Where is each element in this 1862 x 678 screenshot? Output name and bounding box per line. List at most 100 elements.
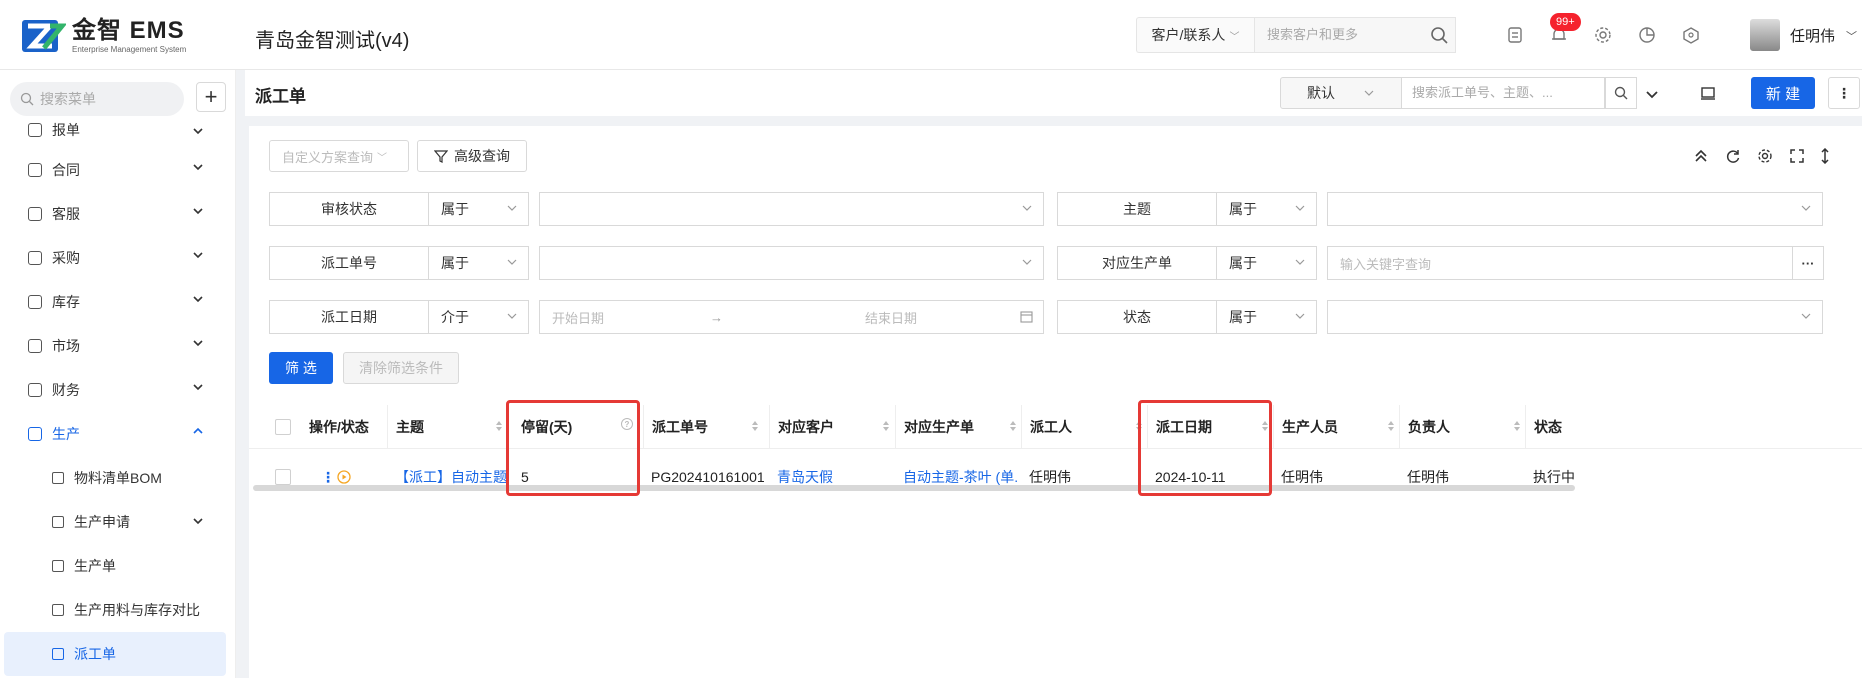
gear-icon[interactable] (1592, 24, 1614, 46)
filter-op-status[interactable]: 属于 (1217, 300, 1317, 334)
filter-op-dispatch-date[interactable]: 介于 (429, 300, 529, 334)
sidebar-subitem-production-order[interactable]: 生产单 (0, 544, 235, 588)
sidebar-item-report[interactable]: 报单 (0, 112, 235, 148)
row-menu-icon[interactable]: ⋮ (321, 453, 335, 501)
search-icon[interactable] (1422, 17, 1456, 53)
chevron-down-icon (192, 205, 204, 217)
add-menu-button[interactable]: + (196, 82, 226, 112)
sort-icon[interactable] (1009, 420, 1017, 432)
sidebar-item-service[interactable]: 客服 (0, 192, 235, 236)
filter-value-dispatch-number[interactable] (539, 246, 1044, 280)
contract-icon (28, 163, 42, 177)
chevron-down-icon[interactable] (1645, 88, 1659, 102)
custom-query-label: 自定义方案查询 (282, 149, 374, 165)
approval-icon[interactable] (1504, 24, 1526, 46)
filter-label-audit-status: 审核状态 (269, 192, 429, 226)
filter-value-subject[interactable] (1327, 192, 1823, 226)
advanced-query-button[interactable]: 高级查询 (417, 140, 527, 172)
column-header-subject[interactable]: 主题 (387, 405, 507, 449)
row-checkbox[interactable] (275, 469, 291, 485)
sidebar-subitem-bom[interactable]: 物料清单BOM (0, 456, 235, 500)
filter-op-audit-status[interactable]: 属于 (429, 192, 529, 226)
chevron-down-icon[interactable]: ﹀ (1846, 28, 1857, 44)
sort-icon[interactable] (1387, 420, 1395, 432)
horizontal-scrollbar[interactable] (253, 485, 1575, 491)
sidebar-item-finance[interactable]: 财务 (0, 368, 235, 412)
sort-icon[interactable] (495, 420, 503, 432)
column-header-customer[interactable]: 对应客户 (769, 405, 894, 449)
cube-icon[interactable] (1680, 24, 1702, 46)
sidebar-item-inventory[interactable]: 库存 (0, 280, 235, 324)
chevron-down-icon: ﹀ (1229, 31, 1240, 43)
filter-label-dispatch-date: 派工日期 (269, 300, 429, 334)
sort-icon[interactable] (1513, 420, 1521, 432)
sidebar-item-production[interactable]: 生产 (0, 412, 235, 456)
filter-op-production-order[interactable]: 属于 (1217, 246, 1317, 280)
cell-status: 执行中 (1533, 469, 1575, 485)
clear-filter-button[interactable]: 清除筛选条件 (343, 352, 459, 384)
column-header-label: 状态 (1534, 419, 1562, 435)
sidebar-subitem-compare[interactable]: 生产用料与库存对比 (0, 588, 235, 632)
column-header-status[interactable]: 状态 (1525, 405, 1651, 449)
sidebar-subitem-apply[interactable]: 生产申请 (0, 500, 235, 544)
column-header-production-order[interactable]: 对应生产单 (895, 405, 1021, 449)
sort-icon[interactable] (882, 420, 890, 432)
search-scope-select[interactable]: 客户/联系人 ﹀ (1136, 17, 1254, 53)
play-status-icon[interactable] (337, 453, 351, 501)
sidebar-subitem-dispatch[interactable]: 派工单 (4, 632, 226, 676)
filter-button[interactable]: 筛 选 (269, 352, 333, 384)
date-range-picker[interactable]: 开始日期 → 结束日期 (539, 300, 1044, 334)
cell-subject[interactable]: 【派工】自动主题-... (395, 453, 507, 501)
start-date-input[interactable]: 开始日期 (552, 308, 604, 327)
column-header-dispatch-number[interactable]: 派工单号 (643, 405, 763, 449)
cart-icon (28, 251, 42, 265)
cell-production-order[interactable]: 自动主题-茶叶 (单... (903, 453, 1017, 501)
more-options-icon[interactable]: ··· (1792, 246, 1824, 280)
sort-icon[interactable] (751, 420, 759, 432)
filter-op-dispatch-number[interactable]: 属于 (429, 246, 529, 280)
filter-value-production-order[interactable]: 输入关键字查询 (1327, 246, 1793, 280)
select-all-checkbox[interactable] (275, 419, 291, 435)
chevron-down-icon (1294, 202, 1306, 214)
monitor-icon[interactable] (1700, 85, 1716, 101)
column-height-icon[interactable] (1819, 148, 1831, 164)
sidebar-item-contract[interactable]: 合同 (0, 148, 235, 192)
calendar-icon (1020, 310, 1033, 323)
sidebar-item-market[interactable]: 市场 (0, 324, 235, 368)
page-title: 派工单 (255, 87, 306, 106)
apply-icon (52, 516, 64, 528)
filter-value-audit-status[interactable] (539, 192, 1044, 226)
sidebar-item-purchase[interactable]: 采购 (0, 236, 235, 280)
refresh-icon[interactable] (1725, 148, 1741, 164)
fullscreen-icon[interactable] (1789, 148, 1805, 164)
sidebar-subitem-label: 生产用料与库存对比 (74, 602, 200, 618)
chevron-down-icon (506, 256, 518, 268)
more-options-icon[interactable]: ⋮ (1828, 77, 1860, 109)
pie-chart-icon[interactable] (1636, 24, 1658, 46)
collapse-up-icon[interactable] (1693, 148, 1709, 164)
chevron-down-icon (1800, 310, 1812, 322)
end-date-input[interactable]: 结束日期 (865, 308, 917, 327)
search-icon[interactable] (1605, 77, 1637, 109)
chevron-down-icon (192, 381, 204, 393)
new-button[interactable]: 新 建 (1751, 77, 1815, 109)
view-select[interactable]: 默认 (1280, 77, 1402, 109)
gear-icon[interactable] (1757, 148, 1773, 164)
filter-label-status: 状态 (1057, 300, 1217, 334)
column-header-dispatcher[interactable]: 派工人 (1021, 405, 1147, 449)
main-content: 派工单 默认 搜索派工单号、主题、... 新 建 ⋮ 自定义方案查询 ﹀ 高级查询… (245, 70, 1862, 678)
list-search-input[interactable]: 搜索派工单号、主题、... (1401, 77, 1605, 109)
custom-query-select[interactable]: 自定义方案查询 ﹀ (269, 140, 409, 172)
filter-op-label: 属于 (1229, 309, 1257, 325)
filter-op-subject[interactable]: 属于 (1217, 192, 1317, 226)
avatar[interactable] (1750, 19, 1780, 51)
search-scope-label: 客户/联系人 (1151, 27, 1226, 43)
filter-value-status[interactable] (1327, 300, 1823, 334)
cell-customer[interactable]: 青岛天假 (777, 453, 893, 501)
column-header-owner[interactable]: 负责人 (1399, 405, 1525, 449)
column-header-label: 对应客户 (778, 419, 834, 435)
menu-search-input[interactable]: 搜索菜单 (10, 82, 184, 116)
column-header-worker[interactable]: 生产人员 (1273, 405, 1399, 449)
user-name[interactable]: 任明伟 (1790, 25, 1835, 46)
logo[interactable]: 金智 EMS Enterprise Management System (22, 16, 186, 56)
